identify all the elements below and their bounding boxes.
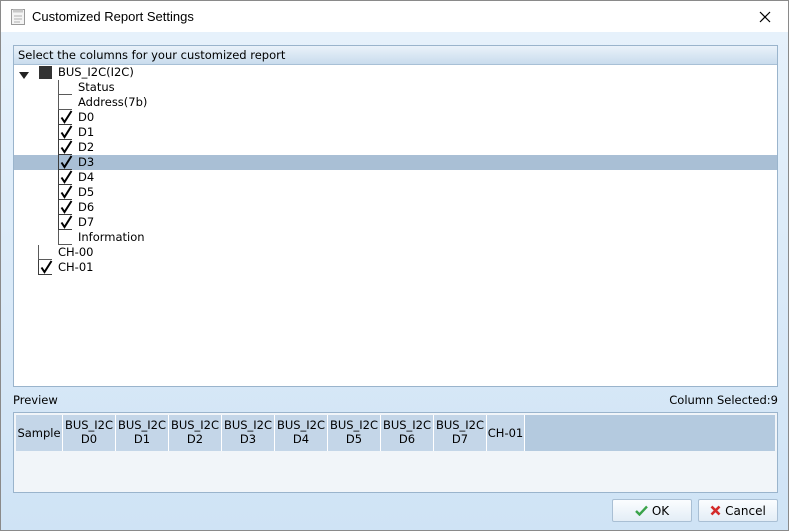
preview-column-line2: D4: [292, 432, 310, 446]
dialog-window: Customized Report Settings Select the co…: [0, 0, 789, 531]
preview-column-line1: CH-01: [487, 426, 524, 440]
preview-column-line1: BUS_I2C: [117, 418, 167, 432]
preview-label: Preview: [13, 393, 58, 407]
preview-column-header: BUS_I2C D4: [275, 415, 328, 451]
tree-item-child[interactable]: D1: [14, 125, 777, 140]
preview-table: Sample BUS_I2C D0 BUS_I2C D1 BUS_I2C D2 BUS_I2C…: [13, 412, 778, 493]
preview-column-line2: D0: [80, 432, 98, 446]
tree-item-child[interactable]: Information: [14, 230, 777, 245]
preview-column-line2: D5: [345, 432, 363, 446]
tree-item-child[interactable]: D2: [14, 140, 777, 155]
preview-column-line2: D6: [398, 432, 416, 446]
channel-checkbox[interactable]: [38, 245, 52, 260]
tree-item-channel[interactable]: CH-00: [14, 245, 777, 260]
tree-item-label: Status: [78, 80, 115, 94]
preview-column-line2: D1: [133, 432, 151, 446]
tree-item-label: D4: [78, 170, 95, 184]
tree-item-label: D7: [78, 215, 95, 229]
tree-item-child[interactable]: Status: [14, 80, 777, 95]
preview-column-header: BUS_I2C D2: [169, 415, 222, 451]
preview-column-header: BUS_I2C D5: [328, 415, 381, 451]
tree-item-checkbox[interactable]: [58, 140, 73, 155]
tree-item-label: D3: [78, 155, 95, 169]
tree-item-label: D2: [78, 140, 95, 154]
tree-header: Select the columns for your customized r…: [14, 46, 777, 65]
tree-item-checkbox[interactable]: [58, 170, 73, 185]
preview-column-line2: D7: [451, 432, 469, 446]
tree-root-label: BUS_I2C(I2C): [58, 65, 134, 79]
preview-column-line1: BUS_I2C: [223, 418, 273, 432]
column-tree: Select the columns for your customized r…: [13, 45, 778, 387]
preview-column-line1: BUS_I2C: [170, 418, 220, 432]
preview-header: Sample BUS_I2C D0 BUS_I2C D1 BUS_I2C D2 BUS_I2C…: [16, 415, 775, 451]
tree-item-child[interactable]: D7: [14, 215, 777, 230]
preview-column-header: BUS_I2C D6: [381, 415, 434, 451]
preview-column-line1: BUS_I2C: [276, 418, 326, 432]
document-icon: [11, 9, 25, 25]
tree-item-checkbox[interactable]: [58, 200, 73, 215]
cancel-label: Cancel: [725, 503, 766, 518]
window-title: Customized Report Settings: [32, 9, 194, 24]
preview-column-header: BUS_I2C D0: [63, 415, 116, 451]
cancel-button[interactable]: Cancel: [698, 499, 778, 522]
tree-item-channel[interactable]: CH-01: [14, 260, 777, 275]
channel-checkbox[interactable]: [38, 260, 53, 275]
preview-column-line1: BUS_I2C: [64, 418, 114, 432]
tree-item-checkbox[interactable]: [58, 95, 72, 110]
tree-item-checkbox[interactable]: [58, 80, 72, 95]
close-button[interactable]: [742, 1, 788, 32]
tree-item-child[interactable]: D6: [14, 200, 777, 215]
preview-column-line1: BUS_I2C: [382, 418, 432, 432]
tree-item-checkbox[interactable]: [58, 155, 73, 170]
channel-label: CH-01: [58, 260, 94, 274]
tree-item-label: D0: [78, 110, 95, 124]
tree-item-child[interactable]: D5: [14, 185, 777, 200]
tree-item-child[interactable]: D3: [14, 155, 777, 170]
tree-item-label: Information: [78, 230, 145, 244]
preview-column-header: BUS_I2C D3: [222, 415, 275, 451]
dialog-client: Select the columns for your customized r…: [1, 32, 788, 530]
tree-item-label: D6: [78, 200, 95, 214]
preview-column-line1: BUS_I2C: [329, 418, 379, 432]
ok-button[interactable]: OK: [612, 499, 692, 522]
close-icon: [759, 11, 771, 22]
tree-item-label: Address(7b): [78, 95, 148, 109]
tree-rows: BUS_I2C(I2C) Status Address(7b) D0 D1 D2 D3 D4 D…: [14, 65, 777, 275]
ok-label: OK: [651, 503, 670, 518]
title-bar: Customized Report Settings: [1, 1, 788, 32]
preview-column-line2: D2: [186, 432, 204, 446]
preview-column-header: Sample: [16, 415, 63, 451]
preview-column-line2: D3: [239, 432, 257, 446]
tree-item-checkbox[interactable]: [58, 110, 73, 125]
tree-item-checkbox[interactable]: [58, 185, 73, 200]
channel-label: CH-00: [58, 245, 94, 259]
tree-item-child[interactable]: D4: [14, 170, 777, 185]
tree-item-checkbox[interactable]: [58, 125, 73, 140]
preview-column-line1: BUS_I2C: [435, 418, 485, 432]
tree-item-bus-i2c[interactable]: BUS_I2C(I2C): [14, 65, 777, 80]
tree-root-checkbox[interactable]: [39, 66, 52, 79]
checkmark-icon: [634, 505, 648, 516]
tree-item-checkbox[interactable]: [58, 215, 73, 230]
preview-column-header: BUS_I2C D1: [116, 415, 169, 451]
preview-column-line1: Sample: [17, 426, 61, 440]
preview-column-header: BUS_I2C D7: [434, 415, 487, 451]
tree-item-checkbox[interactable]: [58, 230, 72, 245]
column-selected-count: Column Selected:9: [669, 393, 778, 407]
expand-triangle-icon[interactable]: [19, 69, 29, 79]
tree-item-child[interactable]: D0: [14, 110, 777, 125]
tree-item-label: D5: [78, 185, 95, 199]
x-icon: [710, 505, 721, 516]
preview-column-header: CH-01: [487, 415, 525, 451]
tree-item-label: D1: [78, 125, 95, 139]
tree-item-child[interactable]: Address(7b): [14, 95, 777, 110]
